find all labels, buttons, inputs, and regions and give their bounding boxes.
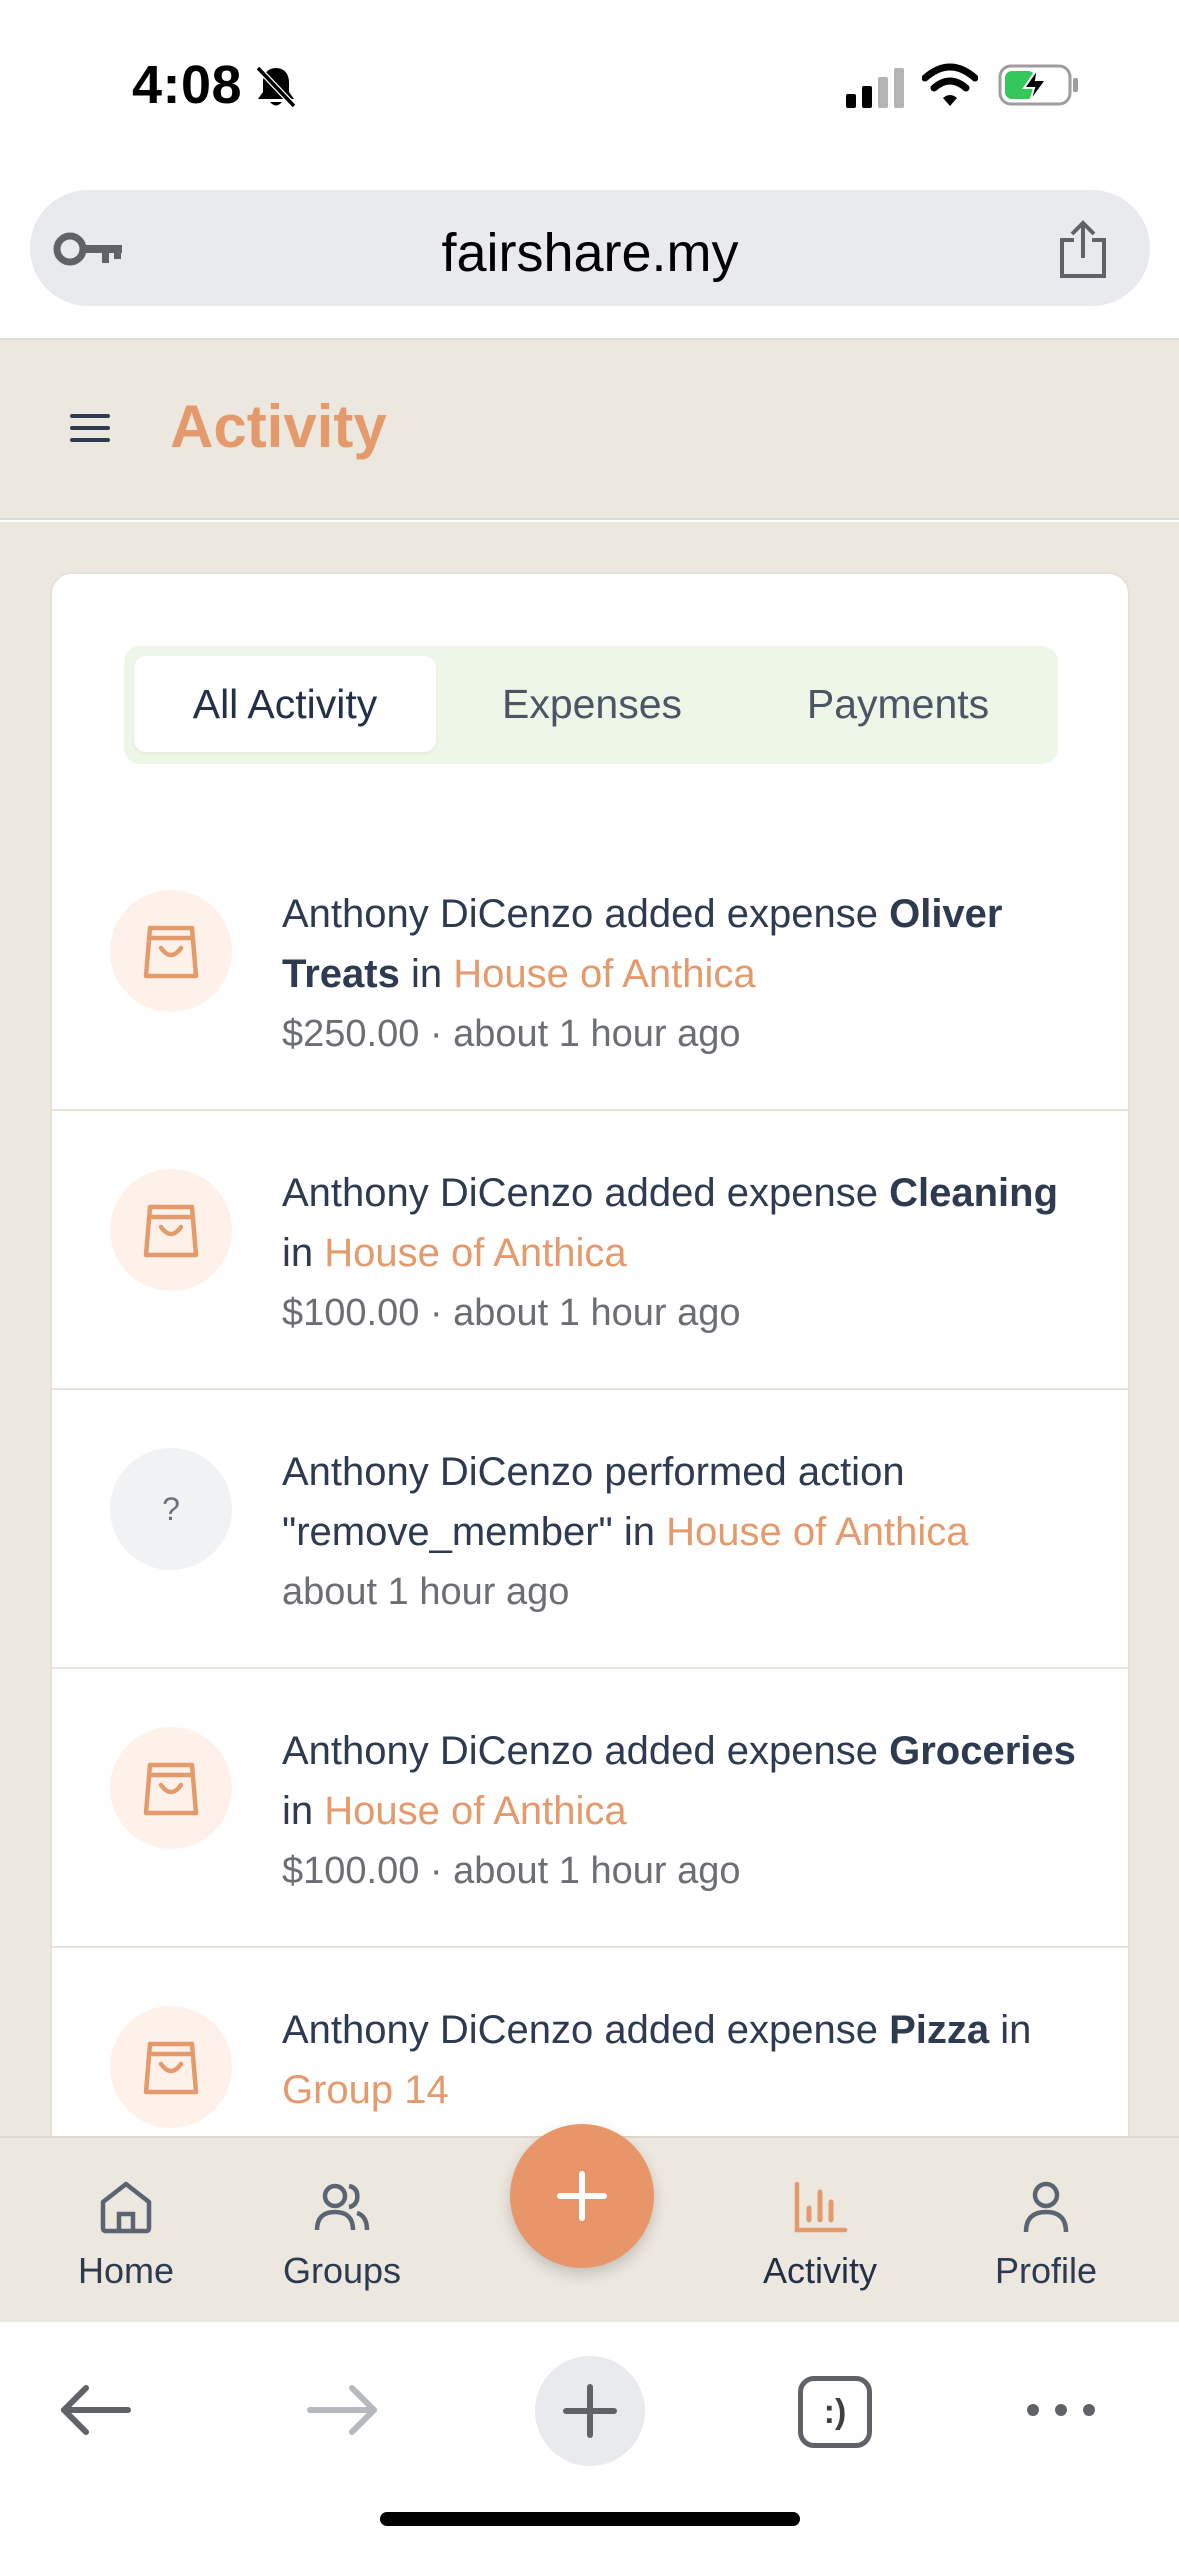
activity-description: Anthony DiCenzo added expense Pizza in G… [282,2000,1082,2120]
home-icon [100,2181,152,2234]
activity-meta: about 1 hour ago [282,1571,570,1613]
activity-meta: $100.00 · about 1 hour ago [282,1850,741,1892]
page-title: Activity [170,393,387,460]
home-indicator [380,2512,800,2526]
activity-tabs: All Activity Expenses Payments [124,646,1058,764]
activity-card: All Activity Expenses Payments Anthony D… [50,572,1130,2136]
activity-subject: Cleaning [889,1171,1058,1215]
tabs-icon[interactable]: :) [798,2376,872,2448]
users-icon [314,2183,370,2231]
browser-address-area: fairshare.my [0,175,1179,340]
nav-home[interactable]: Home [36,2178,216,2292]
user-icon [1023,2181,1069,2233]
activity-description: Anthony DiCenzo added expense Groceries … [282,1721,1082,1901]
wifi-icon [922,63,978,106]
activity-connector: in [612,1510,667,1554]
activity-list: Anthony DiCenzo added expense Oliver Tre… [52,832,1128,2136]
bell-slash-icon [255,65,297,109]
activity-actor-action: Anthony DiCenzo added expense [282,1729,890,1773]
activity-item[interactable]: Anthony DiCenzo added expense Pizza in G… [52,1948,1128,2136]
share-icon[interactable] [1056,220,1110,280]
app-header: Activity [0,340,1179,520]
activity-connector: in [282,1231,325,1275]
nav-profile-label: Profile [994,2250,1098,2291]
activity-group-link[interactable]: House of Anthica [324,1231,626,1275]
activity-actor-action: Anthony DiCenzo added expense [282,1171,890,1215]
hamburger-menu-icon[interactable] [70,410,110,446]
activity-icon-badge [110,1727,232,1849]
main-content: All Activity Expenses Payments Anthony D… [0,522,1179,2136]
activity-meta: $100.00 · about 1 hour ago [282,1292,741,1334]
bar-chart-icon [794,2181,848,2233]
activity-item[interactable]: Anthony DiCenzo added expense Oliver Tre… [52,832,1128,1111]
activity-item[interactable]: ? Anthony DiCenzo performed action "remo… [52,1390,1128,1669]
activity-description: Anthony DiCenzo added expense Oliver Tre… [282,884,1082,1064]
forward-arrow-icon[interactable] [306,2384,380,2436]
activity-icon-badge: ? [110,1448,232,1570]
nav-activity-label: Activity [762,2250,877,2291]
new-tab-button[interactable] [535,2356,645,2466]
back-arrow-icon[interactable] [58,2384,132,2436]
activity-group-link[interactable]: House of Anthica [324,1789,626,1833]
activity-icon-badge [110,2006,232,2128]
activity-item[interactable]: Anthony DiCenzo added expense Groceries … [52,1669,1128,1948]
nav-activity[interactable]: Activity [730,2178,910,2292]
activity-actor-action: Anthony DiCenzo added expense [282,2008,890,2052]
activity-connector: in [989,2008,1032,2052]
activity-group-link[interactable]: House of Anthica [453,952,755,996]
shopping-bag-icon [143,2041,199,2095]
nav-groups-label: Groups [282,2250,402,2291]
shopping-bag-icon [143,1204,199,1258]
activity-description: Anthony DiCenzo added expense Cleaning i… [282,1163,1082,1343]
activity-subject: Pizza [889,2008,990,2052]
add-expense-fab[interactable] [510,2124,654,2268]
plus-icon [557,2171,607,2221]
nav-groups[interactable]: Groups [252,2178,432,2292]
tab-expenses[interactable]: Expenses [444,656,740,752]
activity-subject: Groceries [889,1729,1076,1773]
battery-charging-icon [998,64,1078,106]
plus-icon [563,2384,617,2438]
shopping-bag-icon [143,925,199,979]
bottom-nav: Home Groups Activity Profile [0,2124,1179,2322]
activity-icon-badge [110,1169,232,1291]
status-bar: 4:08 [0,0,1179,175]
shopping-bag-icon [143,1762,199,1816]
activity-icon-badge [110,890,232,1012]
url-text[interactable]: fairshare.my [30,222,1150,284]
activity-item[interactable]: Anthony DiCenzo added expense Cleaning i… [52,1111,1128,1390]
nav-home-label: Home [77,2250,175,2291]
browser-toolbar: :) [0,2322,1179,2556]
question-icon: ? [162,1490,180,1527]
nav-profile[interactable]: Profile [956,2178,1136,2292]
activity-connector: in [282,1789,325,1833]
status-time: 4:08 [132,55,243,115]
cellular-signal-icon [846,68,904,108]
activity-connector: in [399,952,454,996]
address-bar[interactable]: fairshare.my [30,190,1150,306]
tab-payments[interactable]: Payments [748,656,1048,752]
activity-description: Anthony DiCenzo performed action "remove… [282,1442,1082,1622]
more-icon[interactable] [1024,2400,1098,2420]
tab-all-activity[interactable]: All Activity [134,656,436,752]
activity-group-link[interactable]: Group 14 [282,2068,449,2112]
activity-meta: $250.00 · about 1 hour ago [282,1013,741,1055]
activity-group-link[interactable]: House of Anthica [666,1510,968,1554]
activity-actor-action: Anthony DiCenzo added expense [282,892,890,936]
